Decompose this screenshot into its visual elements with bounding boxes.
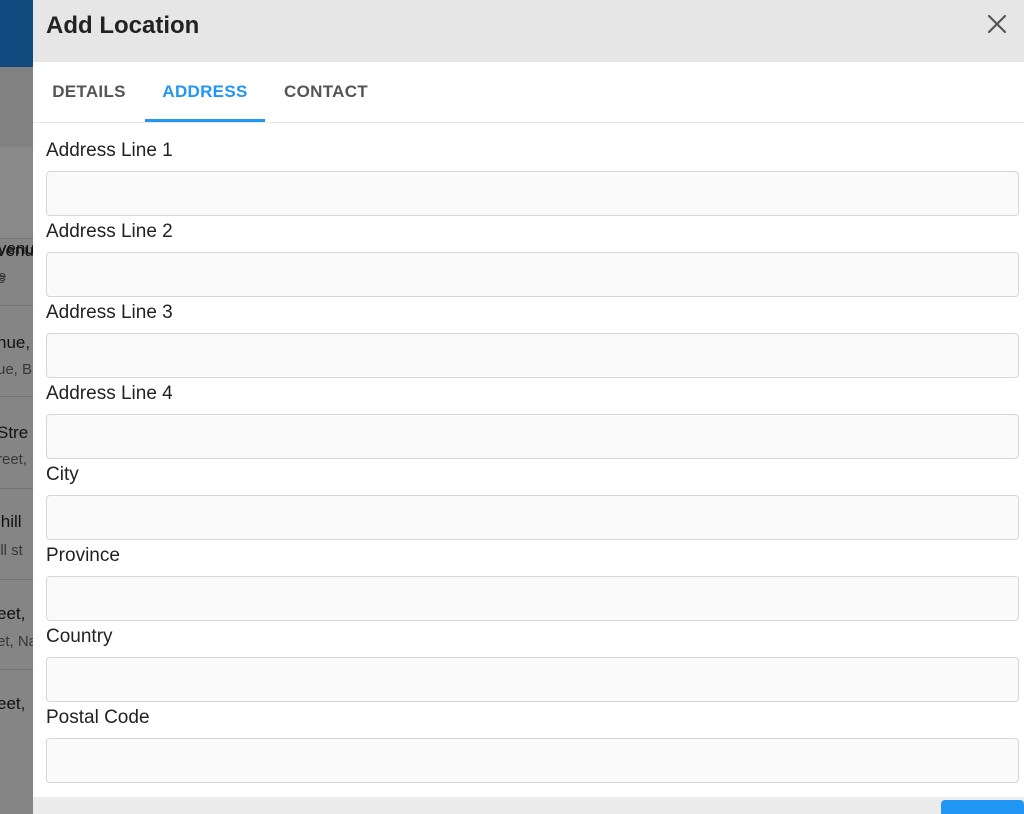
address-line-1-label: Address Line 1 [46, 140, 173, 161]
address-form: Address Line 1 Address Line 2 Address Li… [46, 137, 1019, 785]
address-line-4-label: Address Line 4 [46, 383, 173, 404]
postal-code-label: Postal Code [46, 707, 150, 728]
close-button[interactable] [986, 13, 1008, 35]
country-input[interactable] [46, 657, 1019, 702]
address-line-2-input[interactable] [46, 252, 1019, 297]
dialog-header: Add Location [33, 0, 1024, 62]
postal-code-input[interactable] [46, 738, 1019, 783]
address-line-2-label: Address Line 2 [46, 221, 173, 242]
country-label: Country [46, 626, 113, 647]
address-line-1-input[interactable] [46, 171, 1019, 216]
city-label: City [46, 464, 79, 485]
add-location-dialog: Add Location DETAILS ADDRESS CONTACT Add… [33, 0, 1024, 814]
save-button[interactable] [941, 800, 1024, 814]
province-label: Province [46, 545, 120, 566]
tab-details[interactable]: DETAILS [41, 62, 137, 122]
tab-contact[interactable]: CONTACT [273, 62, 379, 122]
close-icon [987, 14, 1007, 34]
address-line-3-label: Address Line 3 [46, 302, 173, 323]
province-input[interactable] [46, 576, 1019, 621]
address-line-3-input[interactable] [46, 333, 1019, 378]
active-tab-indicator [145, 119, 265, 122]
dialog-footer [33, 797, 1024, 814]
city-input[interactable] [46, 495, 1019, 540]
address-line-4-input[interactable] [46, 414, 1019, 459]
dialog-title: Add Location [46, 12, 200, 39]
tab-address[interactable]: ADDRESS [145, 62, 265, 122]
tab-bar: DETAILS ADDRESS CONTACT [33, 62, 1024, 123]
